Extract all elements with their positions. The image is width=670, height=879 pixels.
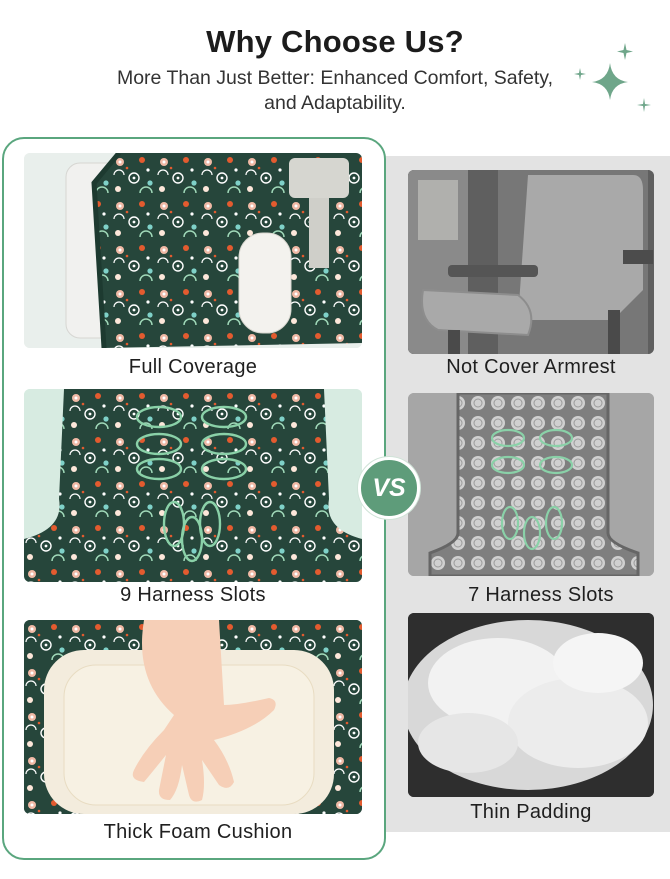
- not-cover-armrest-photo: [408, 170, 654, 354]
- caption-seven-harness-slots: 7 Harness Slots: [468, 584, 614, 606]
- caption-not-cover-armrest: Not Cover Armrest: [446, 356, 616, 378]
- sparkle-icon: [574, 43, 651, 112]
- caption-full-coverage: Full Coverage: [128, 356, 258, 378]
- caption-thick-foam-cushion: Thick Foam Cushion: [103, 821, 293, 843]
- thin-padding-photo: [408, 613, 654, 797]
- nine-harness-slots-photo: [24, 389, 362, 582]
- vs-badge: VS: [358, 457, 420, 519]
- thick-foam-cushion-photo: [24, 620, 362, 814]
- page-subtitle: More Than Just Better: Enhanced Comfort,…: [116, 67, 554, 114]
- seven-harness-slots-photo: [408, 393, 654, 576]
- full-coverage-photo: [24, 153, 362, 348]
- caption-nine-harness-slots: 9 Harness Slots: [120, 584, 266, 606]
- caption-thin-padding: Thin Padding: [470, 801, 592, 823]
